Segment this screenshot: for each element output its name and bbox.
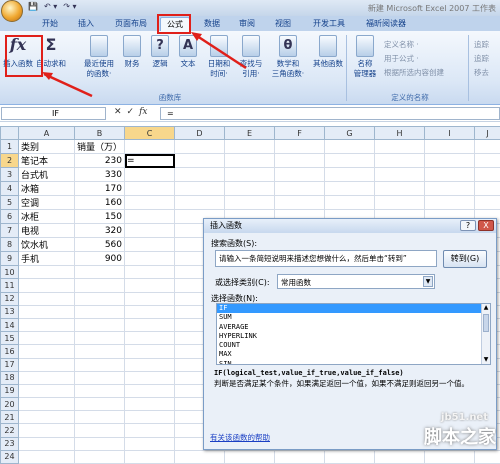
- function-list-item[interactable]: AVERAGE: [217, 323, 490, 332]
- office-button[interactable]: [1, 0, 23, 22]
- category-label: 或选择类别(C):: [215, 277, 270, 288]
- scroll-up-icon[interactable]: ▲: [482, 304, 490, 312]
- function-list-item[interactable]: MAX: [217, 350, 490, 359]
- go-button[interactable]: 转到(G): [443, 250, 487, 268]
- cell[interactable]: [125, 450, 175, 463]
- cell[interactable]: [19, 450, 75, 463]
- search-label: 搜索函数(S):: [211, 238, 257, 249]
- cell[interactable]: [275, 450, 325, 463]
- cell[interactable]: [225, 450, 275, 463]
- function-list-item[interactable]: SIN: [217, 360, 490, 365]
- search-input[interactable]: 请输入一条简短说明来描述您想做什么，然后单击“转到”: [215, 250, 437, 267]
- function-list-item[interactable]: COUNT: [217, 341, 490, 350]
- watermark-name: 脚本之家: [424, 423, 496, 449]
- cell[interactable]: [175, 450, 225, 463]
- arrow-to-formulas-tab: [194, 34, 246, 68]
- category-select[interactable]: 常用函数 ▼: [277, 274, 435, 289]
- dialog-title-bar: 插入函数: [204, 219, 496, 233]
- chevron-down-icon[interactable]: ▼: [423, 276, 433, 287]
- function-list-item[interactable]: SUM: [217, 313, 490, 322]
- cell[interactable]: [475, 450, 500, 463]
- function-list-item[interactable]: IF: [217, 304, 490, 313]
- function-syntax: IF(logical_test,value_if_true,value_if_f…: [214, 369, 404, 377]
- close-button[interactable]: X: [478, 220, 494, 231]
- function-description: 判断是否满足某个条件，如果满足返回一个值，如果不满足则返回另一个值。: [214, 379, 490, 389]
- cell[interactable]: [375, 450, 425, 463]
- list-scrollbar[interactable]: ▲ ▼: [481, 304, 490, 364]
- function-list-item[interactable]: HYPERLINK: [217, 332, 490, 341]
- scroll-down-icon[interactable]: ▼: [482, 356, 490, 364]
- arrow-to-insert-function: [44, 74, 92, 96]
- cell[interactable]: [75, 450, 125, 463]
- row-header[interactable]: 24: [1, 450, 19, 463]
- arrowhead: [191, 32, 202, 41]
- cell[interactable]: [325, 450, 375, 463]
- help-button[interactable]: ?: [460, 220, 476, 231]
- table-row: 24: [1, 450, 500, 463]
- cell[interactable]: [425, 450, 475, 463]
- dialog-title: 插入函数: [210, 221, 242, 230]
- watermark-site: jb51.net: [441, 412, 488, 423]
- scroll-thumb[interactable]: [483, 314, 489, 332]
- function-list[interactable]: IFSUMAVERAGEHYPERLINKCOUNTMAXSIN ▲ ▼: [216, 303, 491, 365]
- help-link[interactable]: 有关该函数的帮助: [210, 432, 270, 443]
